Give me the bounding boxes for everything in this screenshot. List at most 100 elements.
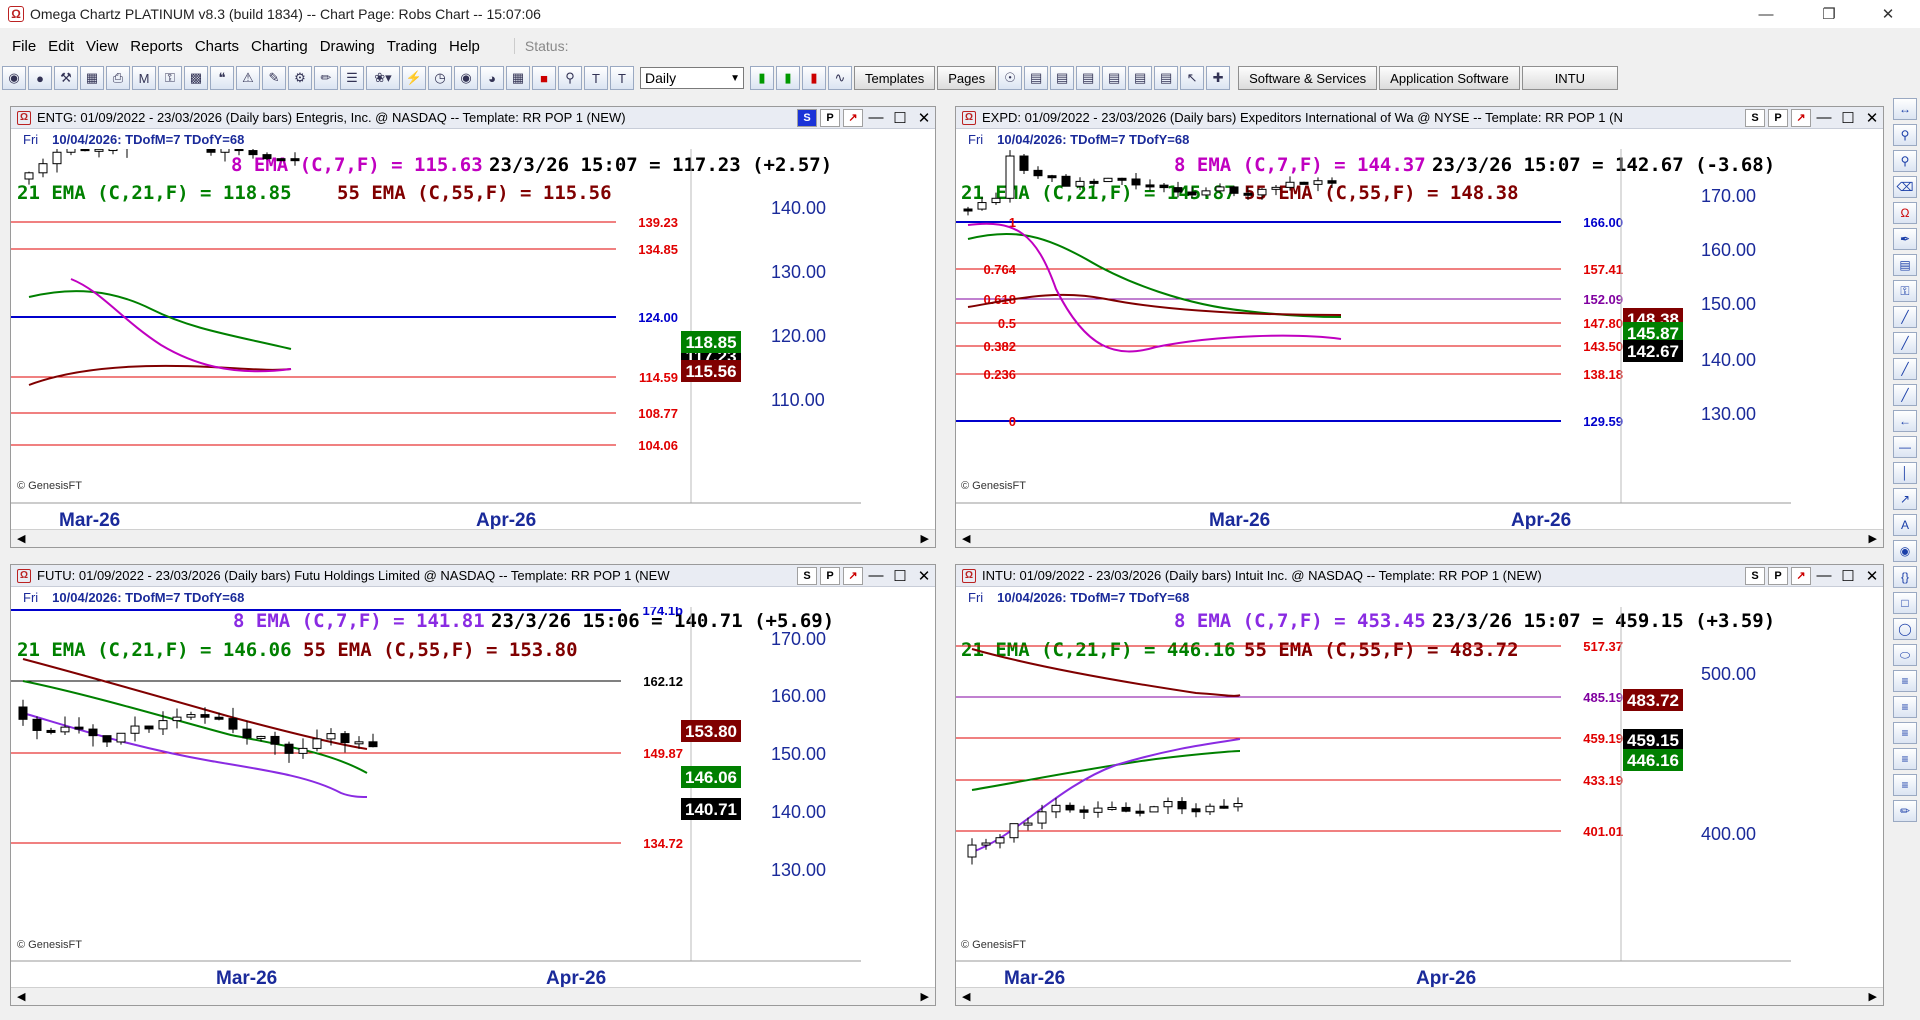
menu-help[interactable]: Help: [443, 38, 486, 55]
minimize-icon[interactable]: —: [865, 109, 887, 127]
minimize-icon[interactable]: —: [1813, 109, 1835, 127]
restore-icon[interactable]: ❐: [1805, 0, 1853, 28]
price-chart[interactable]: 8 EMA (C,7,F) = 453.45 23/3/26 15:07 = 4…: [956, 607, 1883, 987]
horizontal-line-icon[interactable]: —: [1893, 436, 1917, 458]
t-minus-icon[interactable]: T: [610, 66, 634, 90]
p-button[interactable]: P: [820, 566, 840, 585]
popout-icon[interactable]: ↗: [1791, 566, 1811, 585]
lightning-icon[interactable]: ⚡: [402, 66, 426, 90]
scroll-right-icon[interactable]: ▶: [921, 990, 929, 1003]
bar-style-icon[interactable]: ▮: [750, 66, 774, 90]
print-icon[interactable]: ⎙: [106, 66, 130, 90]
ellipse-icon[interactable]: ⬭: [1893, 644, 1917, 666]
p-button[interactable]: P: [1768, 108, 1788, 127]
scroll-right-icon[interactable]: ▶: [1869, 990, 1877, 1003]
zoom-in-icon[interactable]: ⚲: [1893, 124, 1917, 146]
scroll-left-icon[interactable]: ◀: [17, 532, 25, 545]
menu-view[interactable]: View: [80, 38, 124, 55]
ray-icon[interactable]: ╱: [1893, 358, 1917, 380]
hammer-icon[interactable]: ⚒: [54, 66, 78, 90]
rectangle-icon[interactable]: □: [1893, 592, 1917, 614]
close-icon[interactable]: ✕: [1861, 109, 1883, 127]
indicator-6-icon[interactable]: ▤: [1154, 66, 1179, 90]
expand-icon[interactable]: ↔: [1893, 98, 1917, 120]
price-chart[interactable]: 8 EMA (C,7,F) = 115.63 23/3/26 15:07 = 1…: [11, 149, 935, 529]
s-button[interactable]: S: [797, 566, 817, 585]
popout-icon[interactable]: ↗: [1791, 108, 1811, 127]
gann-icon[interactable]: ≡: [1893, 722, 1917, 744]
p-button[interactable]: P: [1768, 566, 1788, 585]
scroll-left-icon[interactable]: ◀: [962, 990, 970, 1003]
gear-icon[interactable]: ⚙: [288, 66, 312, 90]
brace-icon[interactable]: {}: [1893, 566, 1917, 588]
menu-charts[interactable]: Charts: [189, 38, 245, 55]
close-icon[interactable]: ✕: [913, 109, 935, 127]
arrow-up-right-icon[interactable]: ↗: [1893, 488, 1917, 510]
maximize-icon[interactable]: ☐: [889, 109, 911, 127]
scanner-icon[interactable]: ▦: [80, 66, 104, 90]
chart-panel-expd[interactable]: Ω EXPD: 01/09/2022 - 23/03/2026 (Daily b…: [955, 106, 1884, 548]
ohlc-style-icon[interactable]: ▮: [802, 66, 826, 90]
close-icon[interactable]: ✕: [1864, 0, 1912, 28]
clipboard-icon[interactable]: ✎: [262, 66, 286, 90]
crosshair-icon[interactable]: ✚: [1206, 66, 1231, 90]
chart-tool-icon[interactable]: ▤: [1893, 254, 1917, 276]
pen-icon[interactable]: ✒: [1893, 228, 1917, 250]
horizontal-scrollbar[interactable]: ◀ ▶: [11, 987, 935, 1005]
zoom-out-icon[interactable]: ⚲: [1893, 150, 1917, 172]
grid-icon[interactable]: ▦: [506, 66, 530, 90]
pencil-draw-icon[interactable]: ✏: [1893, 800, 1917, 822]
pencil-icon[interactable]: ✏: [314, 66, 338, 90]
pitchfork-icon[interactable]: ≡: [1893, 748, 1917, 770]
quote-icon[interactable]: ❝: [210, 66, 234, 90]
omega-icon[interactable]: Ω: [1893, 202, 1917, 224]
chart-panel-intu[interactable]: Ω INTU: 01/09/2022 - 23/03/2026 (Daily b…: [955, 564, 1884, 1006]
price-chart[interactable]: 8 EMA (C,7,F) = 141.81 23/3/26 15:06 = 1…: [11, 607, 935, 987]
close-icon[interactable]: ✕: [1861, 567, 1883, 585]
traffic-light-icon[interactable]: ●: [28, 66, 52, 90]
symbol-button[interactable]: INTU: [1521, 66, 1619, 90]
key-icon[interactable]: ⚿: [158, 66, 182, 90]
horizontal-scrollbar[interactable]: ◀ ▶: [956, 987, 1883, 1005]
indicator-2-icon[interactable]: ▤: [1050, 66, 1075, 90]
vertical-line-icon[interactable]: │: [1893, 462, 1917, 484]
bar-chart-icon[interactable]: ▩: [184, 66, 208, 90]
palette-icon[interactable]: ◉: [1893, 540, 1917, 562]
minimize-icon[interactable]: —: [1742, 0, 1790, 28]
circle-icon[interactable]: ◯: [1893, 618, 1917, 640]
red-square-icon[interactable]: ■: [532, 66, 556, 90]
trendline-icon[interactable]: ╱: [1893, 306, 1917, 328]
menu-reports[interactable]: Reports: [124, 38, 189, 55]
lock-icon[interactable]: ⚿: [1893, 280, 1917, 302]
indicator-4-icon[interactable]: ▤: [1102, 66, 1127, 90]
horizontal-scrollbar[interactable]: ◀ ▶: [11, 529, 935, 547]
cursor-icon[interactable]: ↖: [1180, 66, 1205, 90]
scroll-right-icon[interactable]: ▶: [921, 532, 929, 545]
popout-icon[interactable]: ↗: [843, 566, 863, 585]
menu-drawing[interactable]: Drawing: [314, 38, 381, 55]
eraser-icon[interactable]: ⌫: [1893, 176, 1917, 198]
fib-ext-icon[interactable]: ≡: [1893, 696, 1917, 718]
popout-icon[interactable]: ↗: [843, 108, 863, 127]
p-button[interactable]: P: [820, 108, 840, 127]
text-icon[interactable]: A: [1893, 514, 1917, 536]
maximize-icon[interactable]: ☐: [1837, 109, 1859, 127]
cycle-icon[interactable]: ≡: [1893, 774, 1917, 796]
bug-icon[interactable]: ❀▾: [366, 66, 400, 90]
minimize-icon[interactable]: —: [865, 567, 887, 585]
helmet-icon[interactable]: ◕: [480, 66, 504, 90]
ladder-icon[interactable]: ☰: [340, 66, 364, 90]
menu-file[interactable]: File: [0, 38, 42, 55]
t-plus-icon[interactable]: T: [584, 66, 608, 90]
arrow-left-icon[interactable]: ←: [1893, 410, 1917, 432]
scroll-left-icon[interactable]: ◀: [962, 532, 970, 545]
chart-panel-futu[interactable]: Ω FUTU: 01/09/2022 - 23/03/2026 (Daily b…: [10, 564, 936, 1006]
sector-button[interactable]: Software & Services: [1238, 66, 1378, 90]
scroll-right-icon[interactable]: ▶: [1869, 532, 1877, 545]
alert-icon[interactable]: ⚠: [236, 66, 260, 90]
horizontal-scrollbar[interactable]: ◀ ▶: [956, 529, 1883, 547]
menu-charting[interactable]: Charting: [245, 38, 314, 55]
scroll-left-icon[interactable]: ◀: [17, 990, 25, 1003]
fib-icon[interactable]: ≡: [1893, 670, 1917, 692]
channel-icon[interactable]: ╱: [1893, 332, 1917, 354]
